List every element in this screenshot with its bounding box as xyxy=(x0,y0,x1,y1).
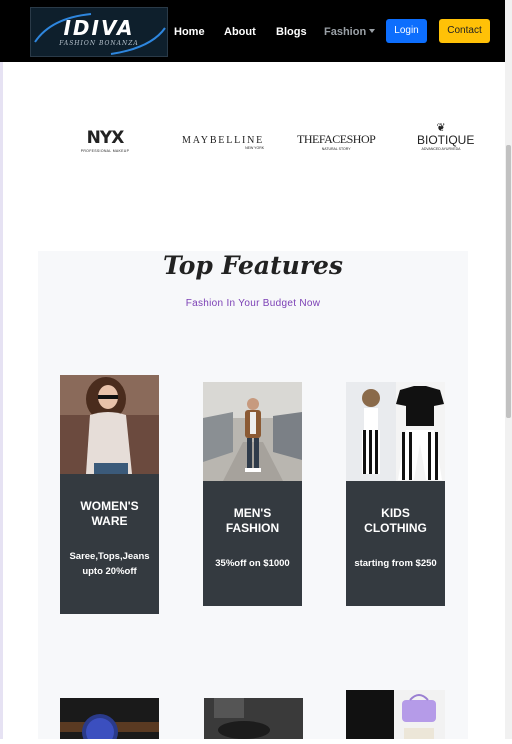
feature-card-watches[interactable] xyxy=(60,698,159,744)
logo-subtitle: FASHION BONANZA xyxy=(59,40,139,47)
brand-name: THEFACESHOP xyxy=(297,132,376,146)
card-image-watch xyxy=(60,698,159,744)
brand-name: BIOTIQUE xyxy=(417,133,475,147)
brand-tagline: PROFESSIONAL MAKEUP xyxy=(80,149,130,153)
navbar: IDIVA FASHION BONANZA Home About Blogs F… xyxy=(0,0,505,62)
card-image-bags xyxy=(346,690,445,739)
nav-fashion-dropdown[interactable]: Fashion xyxy=(324,26,376,38)
feature-card-shoes[interactable] xyxy=(204,698,303,739)
brand-name: MAYBELLINE xyxy=(182,135,265,146)
nav-home[interactable]: Home xyxy=(174,26,205,38)
logo-title: IDIVA xyxy=(63,16,135,40)
feature-card-kids[interactable]: KIDS CLOTHING starting from $250 xyxy=(346,382,445,606)
brand-tagline: NEW YORK xyxy=(245,146,265,150)
card-body: WOMEN'S WARE Saree,Tops,Jeans upto 20%of… xyxy=(60,474,159,614)
nav-blogs[interactable]: Blogs xyxy=(276,26,307,38)
feature-card-bags[interactable] xyxy=(346,690,445,739)
page-left-border xyxy=(0,62,3,739)
feature-card-mens[interactable]: MEN'S FASHION 35%off on $1000 xyxy=(203,382,302,606)
card-description: starting from $250 xyxy=(354,558,437,569)
contact-button[interactable]: Contact xyxy=(439,19,490,43)
section-title: Top Features xyxy=(163,251,343,280)
card-title: MEN'S FASHION xyxy=(225,506,280,535)
card-image-woman xyxy=(60,375,159,474)
card-title: KIDS CLOTHING xyxy=(364,506,427,535)
caret-down-icon xyxy=(369,29,376,33)
scrollbar-thumb[interactable] xyxy=(506,145,511,418)
brand-logo-maybelline: MAYBELLINE NEW YORK xyxy=(182,135,264,150)
brand-logo-thefaceshop: THEFACESHOP NATURAL STORY xyxy=(297,132,376,151)
card-image-man xyxy=(203,382,302,481)
card-body: MEN'S FASHION 35%off on $1000 xyxy=(203,481,302,606)
nav-about[interactable]: About xyxy=(224,26,256,38)
card-title: WOMEN'S WARE xyxy=(80,499,139,528)
brand-logo-biotique: ❦ BIOTIQUE ADVANCED AYURVEDA xyxy=(417,122,475,151)
brand-logo[interactable]: IDIVA FASHION BONANZA xyxy=(30,7,168,57)
page-scrollbar[interactable] xyxy=(505,0,512,739)
feature-card-womens[interactable]: WOMEN'S WARE Saree,Tops,Jeans upto 20%of… xyxy=(60,375,159,614)
card-description: Saree,Tops,Jeans upto 20%off xyxy=(69,551,150,577)
brand-logo-nyx: NYX PROFESSIONAL MAKEUP xyxy=(78,128,132,153)
section-subtitle: Fashion In Your Budget Now xyxy=(185,298,321,309)
card-image-shoes xyxy=(204,698,303,739)
card-image-kids xyxy=(346,382,445,481)
brand-tagline: ADVANCED AYURVEDA xyxy=(421,147,461,151)
login-button[interactable]: Login xyxy=(386,19,427,43)
nav-fashion-label: Fashion xyxy=(324,26,367,38)
brand-name: NYX xyxy=(86,128,125,148)
card-body: KIDS CLOTHING starting from $250 xyxy=(346,481,445,606)
brand-tagline: NATURAL STORY xyxy=(321,147,351,151)
card-description: 35%off on $1000 xyxy=(215,558,290,569)
